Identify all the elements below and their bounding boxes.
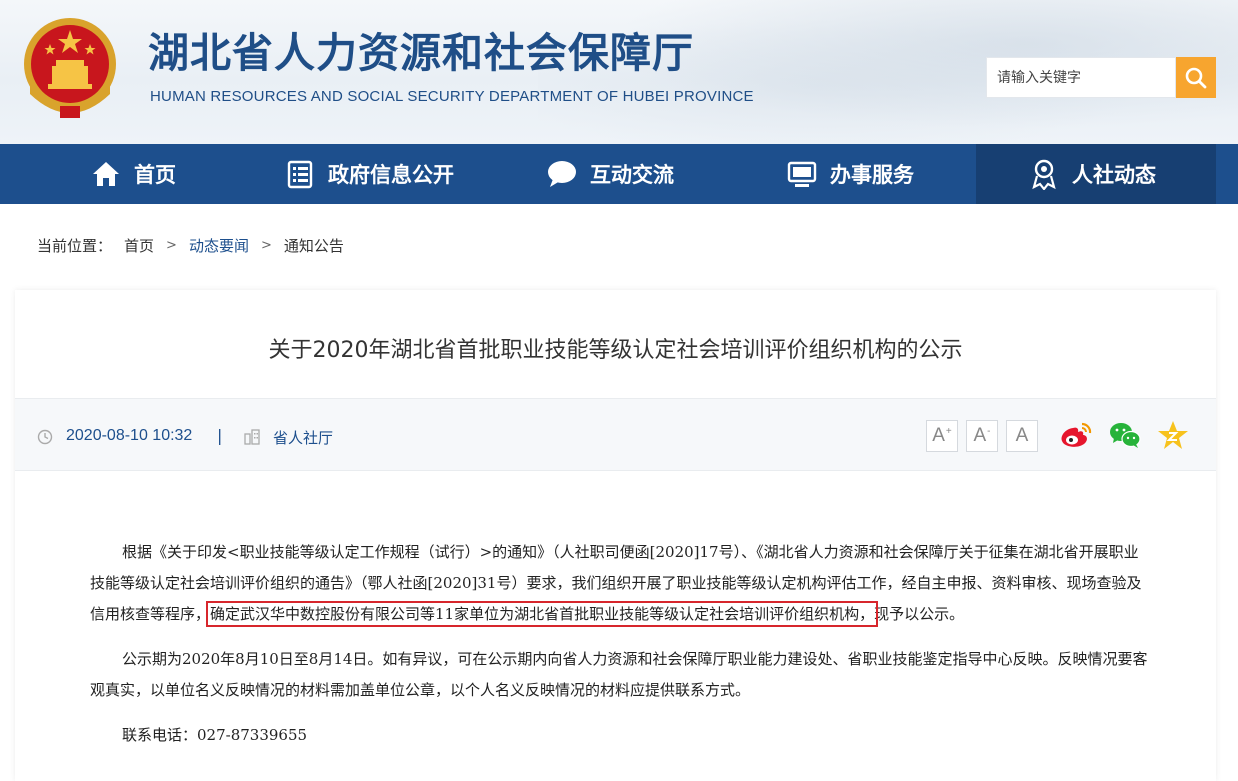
chat-bubble-icon — [546, 158, 578, 190]
breadcrumb-prefix: 当前位置： — [37, 237, 113, 255]
star-icon — [1158, 421, 1188, 449]
clock-icon — [37, 429, 53, 445]
share-wechat-button[interactable] — [1107, 417, 1143, 453]
national-emblem-icon — [24, 18, 116, 118]
nav-item-label: 办事服务 — [830, 163, 914, 187]
font-size-label: A — [973, 425, 987, 446]
nav-item-news[interactable]: 人社动态 — [976, 144, 1216, 204]
font-size-label: A — [1015, 425, 1029, 446]
breadcrumb-news[interactable]: 动态要闻 — [189, 235, 249, 256]
share-weibo-button[interactable] — [1058, 417, 1094, 453]
nav-item-services[interactable]: 办事服务 — [786, 144, 914, 204]
search-button[interactable] — [1176, 57, 1216, 98]
site-title: 湖北省人力资源和社会保障厅 — [148, 29, 694, 77]
document-list-icon — [284, 158, 316, 190]
nav-item-label: 首页 — [134, 163, 176, 187]
paragraph-text: 现予以公示。 — [874, 605, 965, 623]
person-badge-icon — [1028, 158, 1060, 190]
breadcrumb-separator: > — [166, 238, 177, 253]
nav-item-label: 互动交流 — [590, 163, 674, 187]
wechat-icon — [1110, 423, 1141, 448]
breadcrumb-notices[interactable]: 通知公告 — [284, 235, 344, 256]
home-icon — [90, 158, 122, 190]
article-card: 关于2020年湖北省首批职业技能等级认定社会培训评价组织机构的公示 2020-0… — [15, 290, 1216, 781]
article-body: 根据《关于印发<职业技能等级认定工作规程（试行）>的通知》（人社职司便函[202… — [90, 537, 1150, 765]
breadcrumb: 当前位置： 首页 > 动态要闻 > 通知公告 — [37, 235, 356, 256]
article-title: 关于2020年湖北省首批职业技能等级认定社会培训评价组织机构的公示 — [268, 338, 963, 363]
main-nav: 首页 政府信息公开 互动交流 办事服务 人社动态 — [0, 144, 1238, 204]
site-subtitle: HUMAN RESOURCES AND SOCIAL SECURITY DEPA… — [150, 88, 754, 105]
building-icon — [244, 429, 260, 445]
weibo-icon — [1061, 422, 1092, 447]
monitor-icon — [786, 158, 818, 190]
article-source: 省人社厅 — [273, 429, 334, 447]
article-paragraph: 根据《关于印发<职业技能等级认定工作规程（试行）>的通知》（人社职司便函[202… — [90, 537, 1150, 630]
search-field[interactable] — [986, 57, 1176, 98]
article-meta-bar: 2020-08-10 10:32 | 省人社厅 A + A- A — [15, 398, 1216, 471]
publish-date: 2020-08-10 10:32 — [66, 427, 193, 444]
nav-item-label: 人社动态 — [1072, 163, 1156, 187]
highlighted-text: 确定武汉华中数控股份有限公司等11家单位为湖北省首批职业技能等级认定社会培训评价… — [206, 601, 879, 627]
nav-item-gov-info[interactable]: 政府信息公开 — [284, 144, 454, 204]
site-header: 湖北省人力资源和社会保障厅 HUMAN RESOURCES AND SOCIAL… — [0, 0, 1238, 144]
article-paragraph: 公示期为2020年8月10日至8月14日。如有异议，可在公示期内向省人力资源和社… — [90, 650, 1148, 699]
meta-divider: | — [217, 426, 223, 445]
font-size-reset-button[interactable]: A — [1006, 420, 1038, 452]
nav-item-interaction[interactable]: 互动交流 — [546, 144, 674, 204]
font-size-label: A — [932, 425, 945, 446]
search-input[interactable] — [987, 58, 1175, 97]
favorite-button[interactable] — [1155, 417, 1191, 453]
breadcrumb-home[interactable]: 首页 — [124, 235, 154, 256]
font-size-increase-button[interactable]: A + — [926, 420, 958, 452]
font-size-decrease-button[interactable]: A- — [966, 420, 998, 452]
nav-item-home[interactable]: 首页 — [90, 144, 176, 204]
search-icon — [1185, 67, 1207, 88]
nav-item-label: 政府信息公开 — [328, 163, 454, 187]
contact-phone: 联系电话：027-87339655 — [122, 726, 308, 744]
breadcrumb-separator: > — [260, 238, 272, 253]
